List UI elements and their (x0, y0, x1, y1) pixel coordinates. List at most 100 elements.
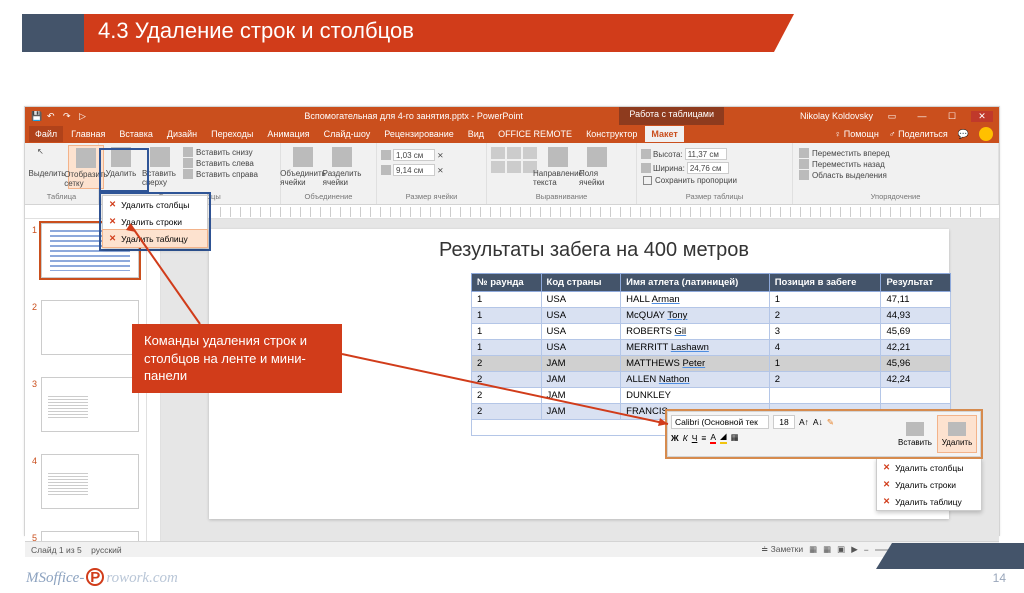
underline-icon[interactable]: Ч (692, 433, 698, 443)
tab-transitions[interactable]: Переходы (205, 126, 259, 142)
tab-animations[interactable]: Анимация (261, 126, 315, 142)
sorter-view-icon[interactable]: ▦ (823, 544, 831, 555)
tab-slideshow[interactable]: Слайд-шоу (318, 126, 377, 142)
table-row[interactable]: 2JAMMATTHEWS Peter145,96 (472, 356, 951, 372)
comments-icon[interactable]: 💬 (958, 129, 969, 140)
decrease-font-icon[interactable]: A↓ (813, 417, 823, 427)
table-cell[interactable]: JAM (541, 372, 621, 388)
table-cell[interactable]: DUNKLEY (621, 388, 770, 404)
zoom-out-icon[interactable]: − (864, 545, 869, 555)
bring-forward-button[interactable]: Переместить вперед (797, 148, 892, 158)
redo-icon[interactable]: ↷ (63, 111, 73, 121)
align-middle-icon[interactable] (507, 161, 521, 173)
tab-insert[interactable]: Вставка (113, 126, 158, 142)
notes-toggle[interactable]: ≐ Заметки (761, 544, 803, 555)
mini-delete-table-item[interactable]: ✕Удалить таблицу (877, 493, 981, 510)
table-cell[interactable]: 2 (472, 388, 542, 404)
lock-aspect-checkbox[interactable]: Сохранить пропорции (641, 176, 739, 185)
table-row[interactable]: 1USAHALL Arman147,11 (472, 292, 951, 308)
table-cell[interactable]: 45,96 (881, 356, 951, 372)
increase-font-icon[interactable]: A↑ (799, 417, 809, 427)
table-cell[interactable]: USA (541, 308, 621, 324)
normal-view-icon[interactable]: ▦ (809, 544, 817, 555)
tell-me[interactable]: ♀ Помощн (835, 129, 879, 139)
ribbon-options-icon[interactable]: ▭ (881, 111, 903, 122)
table-cell[interactable]: 1 (472, 340, 542, 356)
border-icon[interactable]: ▦ (731, 432, 739, 443)
align-right-icon[interactable] (523, 147, 537, 159)
font-color-icon[interactable]: A (710, 432, 716, 444)
bold-icon[interactable]: Ж (671, 433, 679, 443)
mini-font-picker[interactable]: Calibri (Основной тек (671, 415, 769, 429)
close-icon[interactable]: ✕ (971, 111, 993, 122)
table-cell[interactable]: 1 (769, 292, 881, 308)
table-row[interactable]: 1USAMcQUAY Tony244,93 (472, 308, 951, 324)
table-cell[interactable]: 3 (769, 324, 881, 340)
mini-delete-columns-item[interactable]: ✕Удалить столбцы (877, 459, 981, 476)
table-height-field[interactable]: Высота:11,37 см (641, 148, 727, 160)
italic-icon[interactable]: К (683, 433, 688, 443)
table-row[interactable]: 2JAMDUNKLEY (472, 388, 951, 404)
align-icon[interactable]: ≡ (701, 433, 706, 443)
table-cell[interactable]: ALLEN Nathon (621, 372, 770, 388)
table-cell[interactable]: McQUAY Tony (621, 308, 770, 324)
col-width-field[interactable]: 9,14 см⨯ (381, 164, 444, 176)
insert-right-button[interactable]: Вставить справа (181, 169, 260, 179)
maximize-icon[interactable]: ☐ (941, 111, 963, 122)
tab-file[interactable]: Файл (29, 126, 63, 142)
table-cell[interactable]: 45,69 (881, 324, 951, 340)
table-cell[interactable]: 42,24 (881, 372, 951, 388)
share-button[interactable]: ♂ Поделиться (889, 129, 948, 139)
table-cell[interactable]: MERRITT Lashawn (621, 340, 770, 356)
slide-counter[interactable]: Слайд 1 из 5 (31, 545, 82, 555)
feedback-smiley-icon[interactable] (979, 127, 993, 141)
thumbnail-5[interactable] (41, 531, 139, 541)
table-cell[interactable]: 47,11 (881, 292, 951, 308)
align-top-icon[interactable] (491, 161, 505, 173)
undo-icon[interactable]: ↶ (47, 111, 57, 121)
select-button[interactable]: ↖Выделить (29, 145, 65, 178)
table-cell[interactable]: JAM (541, 356, 621, 372)
delete-rows-item[interactable]: ✕Удалить строки (103, 213, 207, 230)
cell-margins-button[interactable]: Поля ячейки (579, 145, 615, 187)
highlight-icon[interactable]: ◢ (720, 431, 727, 444)
table-cell[interactable]: USA (541, 324, 621, 340)
table-cell[interactable]: 1 (472, 292, 542, 308)
insert-below-button[interactable]: Вставить снизу (181, 147, 260, 157)
table-cell[interactable]: USA (541, 292, 621, 308)
start-from-beginning-icon[interactable]: ▷ (79, 111, 89, 121)
slideshow-view-icon[interactable]: ▶ (851, 544, 858, 555)
mini-font-size[interactable]: 18 (773, 415, 795, 429)
tab-office-remote[interactable]: OFFICE REMOTE (492, 126, 578, 142)
table-cell[interactable] (881, 388, 951, 404)
tab-designer[interactable]: Конструктор (580, 126, 643, 142)
insert-left-button[interactable]: Вставить слева (181, 158, 260, 168)
table-cell[interactable]: 2 (472, 404, 542, 420)
table-cell[interactable] (769, 388, 881, 404)
tab-layout[interactable]: Макет (645, 126, 683, 142)
thumbnail-3[interactable] (41, 377, 139, 432)
user-name[interactable]: Nikolay Koldovsky (800, 111, 873, 121)
delete-table-item[interactable]: ✕Удалить таблицу (102, 229, 208, 248)
tab-review[interactable]: Рецензирование (378, 126, 460, 142)
table-cell[interactable]: USA (541, 340, 621, 356)
tab-view[interactable]: Вид (462, 126, 490, 142)
tab-home[interactable]: Главная (65, 126, 111, 142)
table-cell[interactable]: 2 (769, 308, 881, 324)
minimize-icon[interactable]: — (911, 111, 933, 121)
table-cell[interactable]: 44,93 (881, 308, 951, 324)
table-cell[interactable]: 1 (472, 324, 542, 340)
table-row[interactable]: 1USAMERRITT Lashawn442,21 (472, 340, 951, 356)
row-height-field[interactable]: 1,03 см⨯ (381, 149, 444, 161)
thumbnail-4[interactable] (41, 454, 139, 509)
slide-thumbnails-pane[interactable]: 1 2 3 4 5 (25, 219, 147, 541)
save-icon[interactable]: 💾 (31, 111, 41, 121)
table-cell[interactable]: JAM (541, 404, 621, 420)
table-cell[interactable]: MATTHEWS Peter (621, 356, 770, 372)
send-backward-button[interactable]: Переместить назад (797, 159, 887, 169)
format-painter-icon[interactable]: ✎ (827, 417, 834, 428)
quick-access-toolbar[interactable]: 💾 ↶ ↷ ▷ (25, 111, 95, 121)
table-cell[interactable]: 2 (472, 356, 542, 372)
text-direction-button[interactable]: Направление текста (540, 145, 576, 187)
table-cell[interactable]: 1 (769, 356, 881, 372)
